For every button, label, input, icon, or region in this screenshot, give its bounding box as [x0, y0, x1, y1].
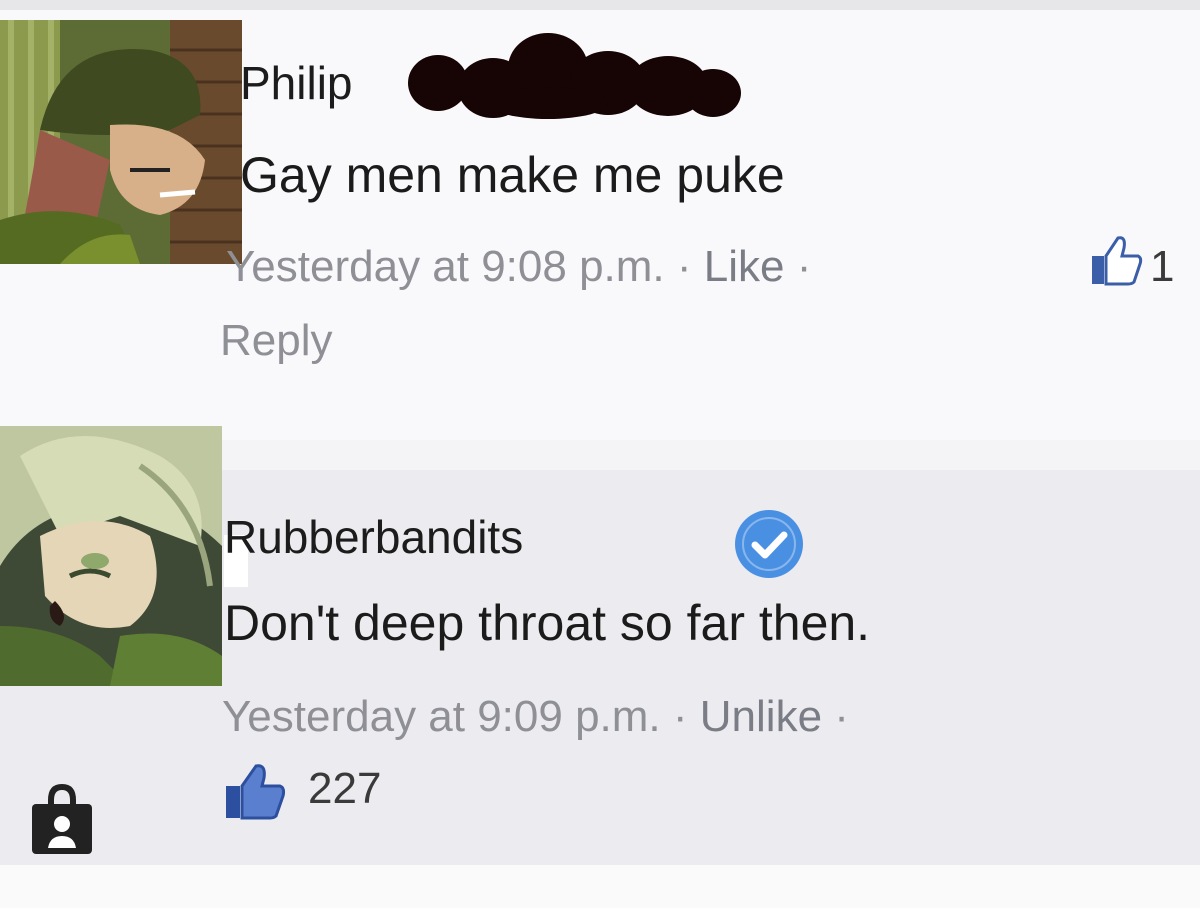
anime-character-avatar-icon [0, 426, 222, 686]
redaction-scribble [408, 33, 741, 119]
like-link[interactable]: Like [704, 242, 785, 291]
comment-meta: Yesterday at 9:09 p.m. · Unlike · [222, 692, 849, 742]
commenter-avatar-rubberbandits[interactable] [0, 426, 222, 686]
comment-meta: Yesterday at 9:08 p.m. · Like · [226, 242, 811, 292]
comment-timestamp[interactable]: Yesterday at 9:09 p.m. [222, 692, 661, 741]
like-count: 1 [1150, 242, 1175, 291]
separator: · [676, 242, 692, 291]
unlike-link[interactable]: Unlike [700, 692, 822, 741]
like-count: 227 [308, 764, 382, 813]
separator: · [796, 242, 812, 291]
bottom-edge [0, 865, 1200, 908]
comment-author-name[interactable]: Philip [240, 56, 353, 110]
commenter-avatar-philip[interactable] [0, 20, 242, 264]
reply-link[interactable]: Reply [220, 316, 333, 366]
comment-timestamp[interactable]: Yesterday at 9:08 p.m. [226, 242, 665, 291]
comment-text: Gay men make me puke [240, 147, 785, 203]
thumbs-up-icon[interactable] [1088, 232, 1144, 288]
comment-text: Don't deep throat so far then. [224, 595, 871, 651]
thumbs-up-icon[interactable] [222, 760, 288, 822]
anime-character-avatar-icon [0, 20, 242, 264]
comment-author-name[interactable]: Rubberbandits [224, 510, 523, 564]
separator: · [834, 692, 849, 741]
verified-badge-icon [735, 510, 803, 578]
lock-icon[interactable] [24, 780, 100, 856]
separator: · [672, 692, 688, 741]
